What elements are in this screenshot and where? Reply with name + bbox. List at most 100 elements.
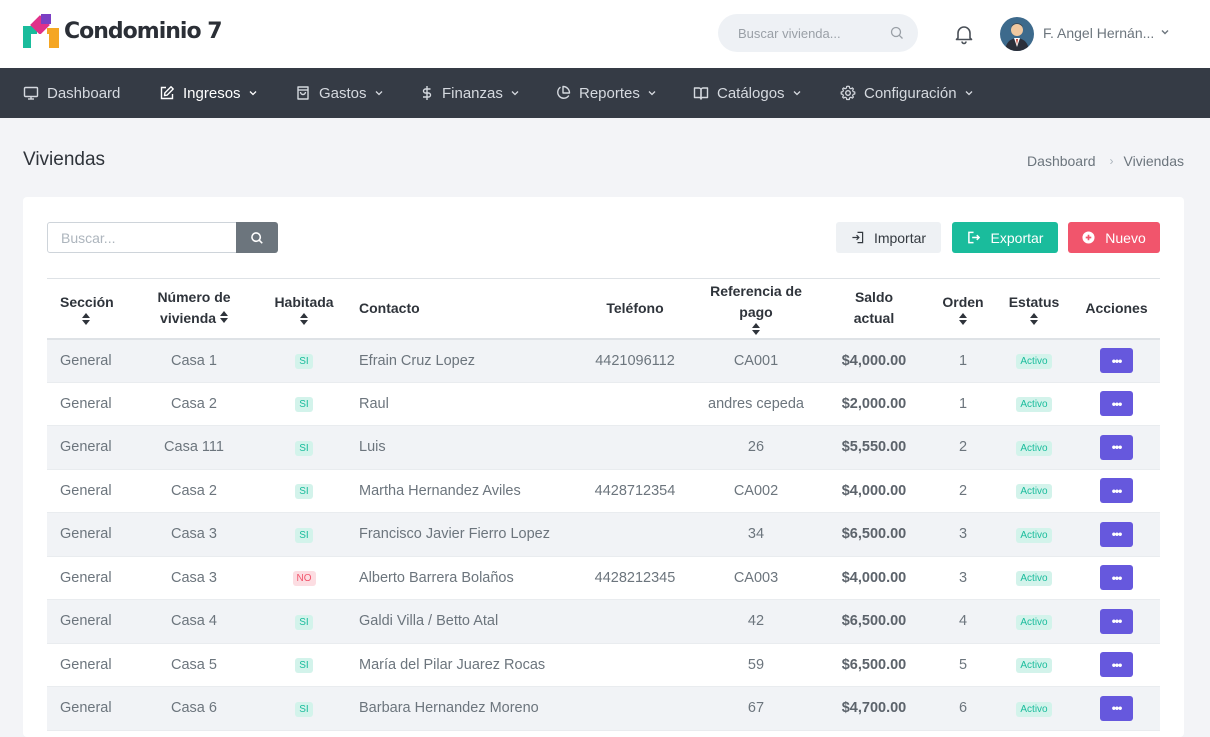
- cell-seccion: General: [60, 569, 112, 586]
- table-row[interactable]: General Casa 5 SI María del Pilar Juarez Ro…: [47, 643, 1160, 687]
- table-search-button[interactable]: [236, 222, 278, 253]
- more-actions-button[interactable]: •••: [1100, 391, 1133, 417]
- nav-item-catalogos[interactable]: Catálogos: [693, 68, 802, 118]
- user-name[interactable]: F. Angel Hernán...: [1043, 25, 1154, 41]
- more-actions-button[interactable]: •••: [1100, 478, 1133, 504]
- nav-item-gastos[interactable]: Gastos: [295, 68, 384, 118]
- avatar[interactable]: [1000, 17, 1034, 51]
- search-icon: [251, 231, 263, 244]
- cell-saldo: $4,700.00: [841, 700, 907, 717]
- col-contacto: Contacto: [343, 279, 575, 339]
- import-button[interactable]: Importar: [836, 222, 941, 253]
- brand-logo[interactable]: Condominio 7: [23, 14, 223, 48]
- cell-numero-vivienda: Casa 4: [171, 613, 217, 630]
- table-search-input[interactable]: [47, 222, 237, 253]
- cell-saldo: $6,500.00: [841, 613, 907, 630]
- bell-icon[interactable]: [952, 22, 976, 46]
- cell-referencia: 34: [747, 526, 765, 543]
- new-button[interactable]: Nuevo: [1068, 222, 1160, 253]
- status-badge: Activo: [1016, 701, 1052, 717]
- cell-numero-vivienda: Casa 2: [171, 482, 217, 499]
- more-actions-button[interactable]: •••: [1100, 348, 1133, 373]
- chevron-down-icon[interactable]: [1160, 27, 1170, 37]
- more-actions-button[interactable]: •••: [1100, 565, 1133, 591]
- cell-telefono: [575, 382, 695, 426]
- table-body: General Casa 1 SI Efrain Cruz Lopez 44210961…: [47, 338, 1160, 731]
- sort-icon: [300, 312, 308, 325]
- table-row[interactable]: General Casa 111 SI Luis 26 $5,550.00 2 Activo •…: [47, 425, 1160, 470]
- col-seccion[interactable]: Sección: [47, 279, 123, 339]
- plus-circle-icon: [1082, 231, 1095, 244]
- cell-numero-vivienda: Casa 1: [171, 352, 217, 369]
- cell-numero-vivienda: Casa 5: [171, 656, 217, 673]
- col-label: Contacto: [359, 299, 420, 316]
- nav-item-reportes[interactable]: Reportes: [555, 68, 657, 118]
- import-button-label: Importar: [873, 229, 927, 246]
- chevron-down-icon: [511, 91, 519, 96]
- cell-telefono: 4428712354: [594, 482, 676, 499]
- cell-estatus: Activo: [995, 513, 1073, 557]
- col-label: actual: [853, 310, 895, 327]
- chevron-right-icon: ›: [1109, 154, 1114, 168]
- more-actions-button[interactable]: •••: [1100, 434, 1133, 460]
- chevron-down-icon: [965, 91, 973, 96]
- table-row[interactable]: General Casa 1 SI Efrain Cruz Lopez 44210961…: [47, 338, 1160, 383]
- nav-item-finanzas[interactable]: Finanzas: [420, 68, 520, 118]
- export-button[interactable]: Exportar: [952, 222, 1058, 253]
- col-numero-vivienda[interactable]: Número de vivienda: [123, 279, 265, 339]
- cell-numero-vivienda: Casa 2: [171, 395, 217, 412]
- nav-item-configuracion[interactable]: Configuración: [840, 68, 974, 118]
- cell-seccion: General: [60, 482, 112, 499]
- cell-acciones: •••: [1073, 469, 1160, 513]
- cell-saldo: $6,500.00: [841, 526, 907, 543]
- cell-referencia: 42: [747, 613, 765, 630]
- cell-telefono: [575, 426, 695, 470]
- nav-item-ingresos[interactable]: Ingresos: [159, 68, 258, 118]
- more-actions-button[interactable]: •••: [1100, 652, 1133, 678]
- cell-contacto: Efrain Cruz Lopez: [359, 352, 476, 369]
- habitada-badge: SI: [295, 484, 313, 500]
- cell-habitada: SI: [265, 426, 343, 470]
- cell-acciones: •••: [1073, 339, 1160, 383]
- col-label: Saldo: [854, 289, 894, 306]
- cell-estatus: Activo: [995, 600, 1073, 644]
- cell-seccion: General: [60, 526, 112, 543]
- header-search-input[interactable]: [738, 23, 888, 43]
- table-row[interactable]: General Casa 3 NO Alberto Barrera Bolaños 44…: [47, 556, 1160, 600]
- breadcrumb-link-dashboard[interactable]: Dashboard: [1027, 153, 1096, 169]
- breadcrumb-current: Viviendas: [1123, 153, 1184, 169]
- top-header: Condominio 7 F. Angel Hernán...: [0, 0, 1210, 68]
- more-actions-button[interactable]: •••: [1100, 521, 1133, 547]
- search-icon[interactable]: [889, 25, 905, 41]
- cell-telefono: 4421096112: [595, 352, 675, 369]
- more-actions-button[interactable]: •••: [1100, 608, 1133, 634]
- col-estatus[interactable]: Estatus: [995, 279, 1073, 339]
- cell-referencia: andres cepeda: [708, 395, 804, 412]
- table-row[interactable]: General Casa 6 SI Barbara Hernandez Moreno 6…: [47, 686, 1160, 731]
- habitada-badge: NO: [292, 571, 316, 587]
- table-header-row: Sección Número de vivienda Habitada Cont…: [47, 278, 1160, 339]
- status-badge: Activo: [1016, 571, 1052, 587]
- col-telefono: Teléfono: [575, 279, 695, 339]
- habitada-badge: SI: [295, 527, 313, 543]
- table-row[interactable]: General Casa 2 SI Raul andres cepeda $2,000.0…: [47, 382, 1160, 426]
- table-row[interactable]: General Casa 3 SI Francisco Javier Fierro L…: [47, 512, 1160, 557]
- habitada-badge: SI: [295, 614, 313, 630]
- nav-item-dashboard[interactable]: Dashboard: [23, 68, 120, 118]
- cell-contacto: Raul: [359, 395, 389, 412]
- cell-numero-vivienda: Casa 3: [171, 569, 217, 586]
- table-row[interactable]: General Casa 4 SI Galdi Villa / Betto Atal 4…: [47, 599, 1160, 644]
- more-actions-button[interactable]: •••: [1100, 695, 1133, 721]
- col-label: Orden: [942, 293, 984, 310]
- col-label: Referencia de pago: [710, 283, 802, 321]
- cell-telefono: [575, 687, 695, 731]
- table-row[interactable]: General Casa 2 SI Martha Hernandez Aviles 44…: [47, 469, 1160, 513]
- col-orden[interactable]: Orden: [931, 279, 995, 339]
- cell-habitada: NO: [265, 556, 343, 600]
- nav-item-label: Reportes: [579, 84, 640, 102]
- col-referencia[interactable]: Referencia de pago: [695, 279, 817, 339]
- cell-habitada: SI: [265, 339, 343, 383]
- col-label: Acciones: [1085, 299, 1148, 316]
- col-habitada[interactable]: Habitada: [265, 279, 343, 339]
- cell-numero-vivienda: Casa 3: [171, 526, 217, 543]
